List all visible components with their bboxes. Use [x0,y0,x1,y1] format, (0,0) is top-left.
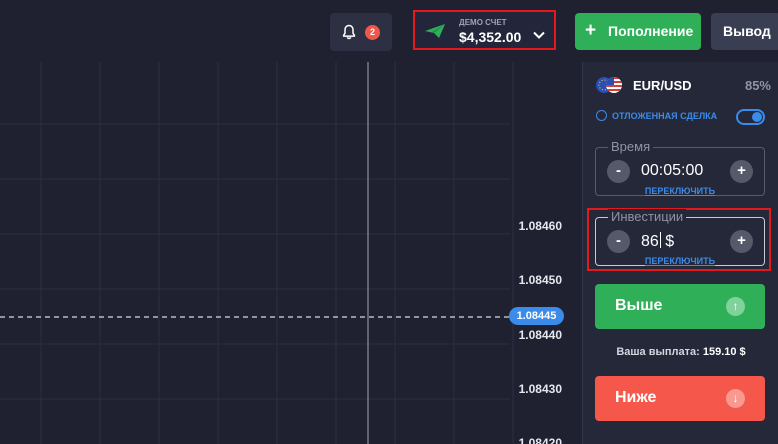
time-legend: Время [608,139,654,154]
pending-trade-label: ОТЛОЖЕННАЯ СДЕЛКА [612,111,718,121]
arrow-down-icon: ↓ [726,389,745,408]
investment-field: Инвестиции - 86 $ + ПЕРЕКЛЮЧИТЬ [595,209,765,266]
time-value[interactable]: 00:05:00 [641,162,703,180]
toggle-knob [752,112,762,122]
bell-icon [342,24,356,45]
asset-selector[interactable]: EUR/USD 85% [595,76,771,94]
price-level-label: 1.08430 [518,382,562,396]
notification-badge: 2 [365,25,380,40]
account-selector[interactable]: ДЕМО СЧЕТ $4,352.00 [413,10,556,50]
clock-icon [596,110,607,121]
asset-name: EUR/USD [633,78,692,93]
time-switch-link[interactable]: ПЕРЕКЛЮЧИТЬ [596,186,764,196]
withdraw-button[interactable]: Вывод [711,13,778,50]
price-level-label: 1.08450 [518,273,562,287]
time-field: Время - 00:05:00 + ПЕРЕКЛЮЧИТЬ [595,139,765,196]
time-decrease-button[interactable]: - [607,160,630,183]
investment-increase-button[interactable]: + [730,230,753,253]
text-caret [659,232,661,248]
current-price-tag: 1.08445 [509,307,564,325]
lower-button[interactable]: Ниже ↓ [595,376,765,421]
account-type-label: ДЕМО СЧЕТ [459,18,507,27]
higher-label: Выше [615,297,663,314]
investment-input[interactable]: 86 $ [641,232,674,251]
notifications-button[interactable]: 2 [330,13,392,51]
price-level-label: 1.08440 [518,328,562,342]
time-increase-button[interactable]: + [730,160,753,183]
price-level-label: 1.08460 [518,219,562,233]
investment-legend: Инвестиции [608,209,687,224]
plus-icon: + [585,20,597,41]
account-balance: $4,352.00 [459,29,522,45]
payout-value: 159.10 $ [702,346,746,358]
price-chart[interactable]: 1.08460 1.08450 1.08440 1.08430 1.08420 … [0,62,582,444]
higher-button[interactable]: Выше ↑ [595,284,765,329]
paper-plane-icon [424,23,446,44]
chart-grid [0,62,514,444]
investment-value: 86 [641,233,659,250]
investment-decrease-button[interactable]: - [607,230,630,253]
lower-label: Ниже [615,389,657,406]
payout-label: Ваша выплата: [616,346,700,358]
investment-switch-link[interactable]: ПЕРЕКЛЮЧИТЬ [596,256,764,266]
trade-panel: EUR/USD 85% ОТЛОЖЕННАЯ СДЕЛКА Время - 00… [582,62,778,444]
pending-trade-toggle[interactable] [736,109,765,125]
deposit-button[interactable]: + Пополнение [575,13,701,50]
eur-usd-flag-icon [595,76,623,94]
asset-payout-percent: 85% [744,78,771,93]
investment-currency: $ [665,233,675,250]
chevron-down-icon [533,26,545,44]
payout-info: Ваша выплата: 159.10 $ [583,346,778,358]
top-bar: 2 ДЕМО СЧЕТ $4,352.00 + Пополнение Вывод [0,0,778,62]
deposit-label: Пополнение [608,23,694,39]
price-level-label: 1.08420 [518,436,562,444]
arrow-up-icon: ↑ [726,297,745,316]
pending-trade-row: ОТЛОЖЕННАЯ СДЕЛКА [595,109,765,125]
